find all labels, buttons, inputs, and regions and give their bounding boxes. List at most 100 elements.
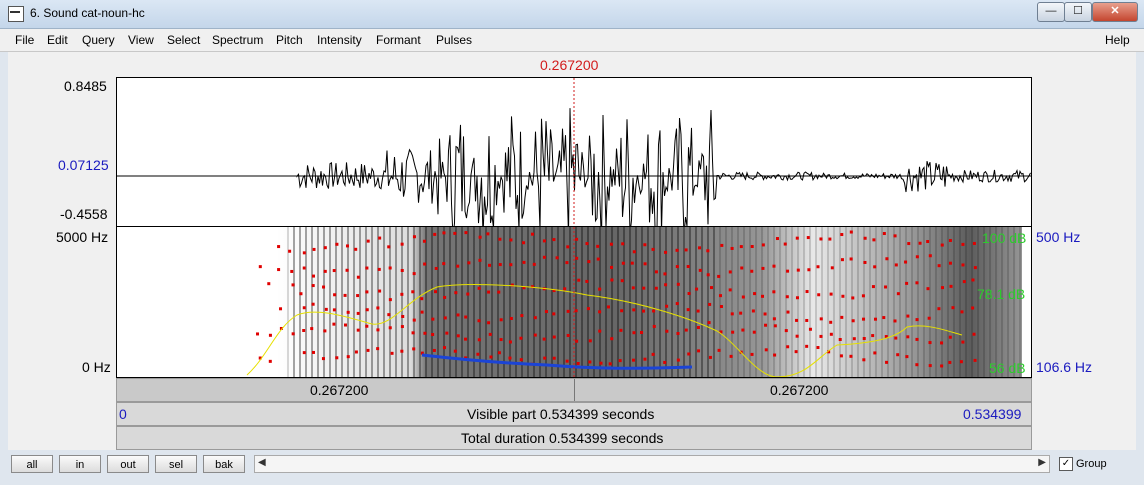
spectrogram-stripe <box>317 227 319 377</box>
spectrogram-stripe <box>563 227 565 377</box>
spectrogram-panel[interactable]: 100 dB 78.1 dB 56 dB <box>116 227 1032 378</box>
formant-dot <box>443 316 447 320</box>
menu-query[interactable]: Query <box>82 33 115 47</box>
formant-dot <box>761 243 765 247</box>
formant-dot <box>862 337 866 341</box>
formant-dot <box>840 233 844 237</box>
formant-dot <box>927 316 931 320</box>
formant-dot <box>795 236 799 240</box>
formant-dot <box>696 309 700 313</box>
formant-dot <box>387 313 391 317</box>
time-selection-strip[interactable]: 0.267200 0.267200 <box>116 378 1032 402</box>
menu-edit[interactable]: Edit <box>47 33 68 47</box>
time-strip-right-part[interactable]: 0.267200 <box>575 379 1031 401</box>
time-strip-left-part[interactable]: 0.267200 <box>117 379 574 401</box>
formant-dot <box>366 239 370 243</box>
formant-dot <box>764 348 768 352</box>
spectrogram-stripe <box>863 227 865 377</box>
formant-dot <box>717 348 721 352</box>
formant-dot <box>652 309 656 313</box>
formant-dot <box>664 250 668 254</box>
formant-dot <box>973 358 977 362</box>
formant-dot <box>575 339 579 343</box>
spectrogram-stripe <box>977 227 979 377</box>
menu-spectrum[interactable]: Spectrum <box>212 33 263 47</box>
formant-dot <box>631 286 635 290</box>
formant-dot <box>378 289 382 293</box>
formant-dot <box>695 287 699 291</box>
zoom-selection-button[interactable]: sel <box>155 455 197 473</box>
formant-dot <box>915 318 919 322</box>
minimize-button[interactable]: — <box>1037 2 1065 22</box>
formant-dot <box>322 285 326 289</box>
maximize-button[interactable]: ☐ <box>1064 2 1092 22</box>
waveform-panel[interactable] <box>116 77 1032 244</box>
formant-dot <box>961 340 965 344</box>
menu-pitch[interactable]: Pitch <box>276 33 303 47</box>
spectrogram-stripe <box>449 227 451 377</box>
menu-file[interactable]: File <box>15 33 34 47</box>
spectrogram-stripe <box>923 227 925 377</box>
scroll-right-icon[interactable]: ▶ <box>1038 457 1046 468</box>
formant-dot <box>718 294 722 298</box>
formant-dot <box>753 292 757 296</box>
menu-select[interactable]: Select <box>167 33 200 47</box>
spectrogram-stripe <box>581 227 583 377</box>
spectrogram-stripe <box>557 227 559 377</box>
spectrogram-stripe <box>821 227 823 377</box>
spectrogram-stripe <box>401 227 403 377</box>
menu-formant[interactable]: Formant <box>376 33 421 47</box>
formant-dot <box>365 324 369 328</box>
formant-dot <box>552 312 556 316</box>
formant-dot <box>819 317 823 321</box>
time-strip-left-label: 0.267200 <box>310 382 369 398</box>
scroll-left-icon[interactable]: ◀ <box>258 457 266 468</box>
menu-help[interactable]: Help <box>1105 33 1130 47</box>
menu-intensity[interactable]: Intensity <box>317 33 362 47</box>
formant-dot <box>290 269 294 273</box>
waveform-svg <box>117 78 1031 244</box>
formant-dot <box>356 294 360 298</box>
formant-dot <box>709 286 713 290</box>
formant-dot <box>728 288 732 292</box>
formant-dot <box>838 337 842 341</box>
formant-dot <box>552 238 556 242</box>
formant-dot <box>390 351 394 355</box>
formant-dot <box>299 292 303 296</box>
formant-dot <box>311 302 315 306</box>
visible-part-strip[interactable]: 0 Visible part 0.534399 seconds 0.534399 <box>116 402 1032 426</box>
formant-dot <box>940 341 944 345</box>
formant-dot <box>433 232 437 236</box>
formant-dot <box>356 311 360 315</box>
formant-dot <box>420 310 424 314</box>
zoom-back-button[interactable]: bak <box>203 455 245 473</box>
formant-dot <box>885 257 889 261</box>
formant-dot <box>445 331 449 335</box>
formant-dot <box>962 280 966 284</box>
formant-dot <box>302 306 306 310</box>
zoom-in-button[interactable]: in <box>59 455 101 473</box>
menu-view[interactable]: View <box>128 33 154 47</box>
spectrogram-stripe <box>959 227 961 377</box>
spectrogram-stripe <box>893 227 895 377</box>
formant-dot <box>619 328 623 332</box>
menu-pulses[interactable]: Pulses <box>436 33 472 47</box>
spectrogram-stripe <box>791 227 793 377</box>
formant-dot <box>533 316 537 320</box>
formant-dot <box>786 345 790 349</box>
spectrogram-stripe <box>293 227 295 377</box>
spectrogram-stripe <box>671 227 673 377</box>
formant-dot <box>431 317 435 321</box>
group-checkbox[interactable]: ✓ <box>1059 457 1073 471</box>
show-all-button[interactable]: all <box>11 455 53 473</box>
formant-dot <box>830 266 834 270</box>
close-button[interactable]: ✕ <box>1092 2 1138 22</box>
zoom-out-button[interactable]: out <box>107 455 149 473</box>
total-duration-strip[interactable]: Total duration 0.534399 seconds <box>116 426 1032 450</box>
formant-dot <box>488 332 492 336</box>
formant-dot <box>906 314 910 318</box>
spectrogram-stripe <box>905 227 907 377</box>
formant-dot <box>354 350 358 354</box>
horizontal-scrollbar[interactable]: ◀ ▶ <box>254 455 1050 473</box>
pitch-top-label: 500 Hz <box>1036 229 1081 245</box>
